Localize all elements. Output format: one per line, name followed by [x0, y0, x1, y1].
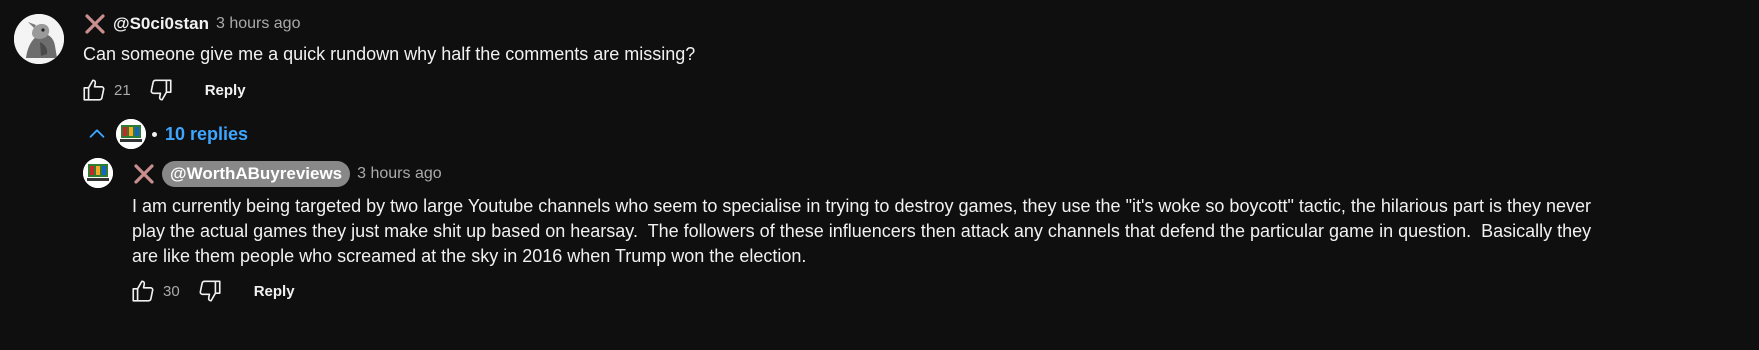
- reply-button[interactable]: Reply: [254, 283, 295, 300]
- separator-dot: [152, 131, 157, 137]
- reply-header: @WorthABuyreviews 3 hours ago: [132, 160, 442, 188]
- chevron-up-icon: [86, 123, 108, 145]
- reply-button[interactable]: Reply: [205, 82, 246, 99]
- reply-text-line-2: play the actual games they just make shi…: [132, 221, 1592, 241]
- replies-count-link[interactable]: 10 replies: [165, 124, 248, 145]
- replier-avatar: [116, 119, 146, 149]
- dislike-button[interactable]: [194, 275, 226, 307]
- like-count: 30: [163, 282, 180, 300]
- reply-text-line-1: I am currently being targeted by two lar…: [132, 196, 1591, 216]
- reply-actions: 30 Reply: [127, 275, 295, 307]
- like-button[interactable]: [127, 275, 159, 307]
- comment-timestamp[interactable]: 3 hours ago: [216, 13, 301, 35]
- channel-avatar[interactable]: [83, 158, 113, 188]
- comments-section: @S0ci0stan 3 hours ago Can someone give …: [0, 0, 1759, 350]
- comment-actions: 21 Reply: [78, 74, 246, 106]
- reply-text-line-3: are like them people who screamed at the…: [132, 246, 807, 266]
- x-mark-icon: [83, 12, 107, 36]
- thumbs-up-icon: [132, 280, 154, 302]
- thumbs-down-icon: [199, 280, 221, 302]
- like-count: 21: [114, 81, 131, 99]
- dislike-button[interactable]: [145, 74, 177, 106]
- like-button[interactable]: [78, 74, 110, 106]
- reply-author-handle[interactable]: @WorthABuyreviews: [162, 161, 351, 187]
- thumbs-up-icon: [83, 79, 105, 101]
- comment-header: @S0ci0stan 3 hours ago: [83, 10, 300, 38]
- user-avatar[interactable]: [14, 14, 64, 64]
- comment-text: Can someone give me a quick rundown why …: [83, 44, 696, 64]
- thumbs-down-icon: [150, 79, 172, 101]
- x-mark-icon: [132, 162, 156, 186]
- replies-toggle[interactable]: 10 replies: [86, 117, 248, 151]
- reply-timestamp[interactable]: 3 hours ago: [357, 163, 442, 185]
- comment-author-handle[interactable]: @S0ci0stan: [113, 13, 209, 35]
